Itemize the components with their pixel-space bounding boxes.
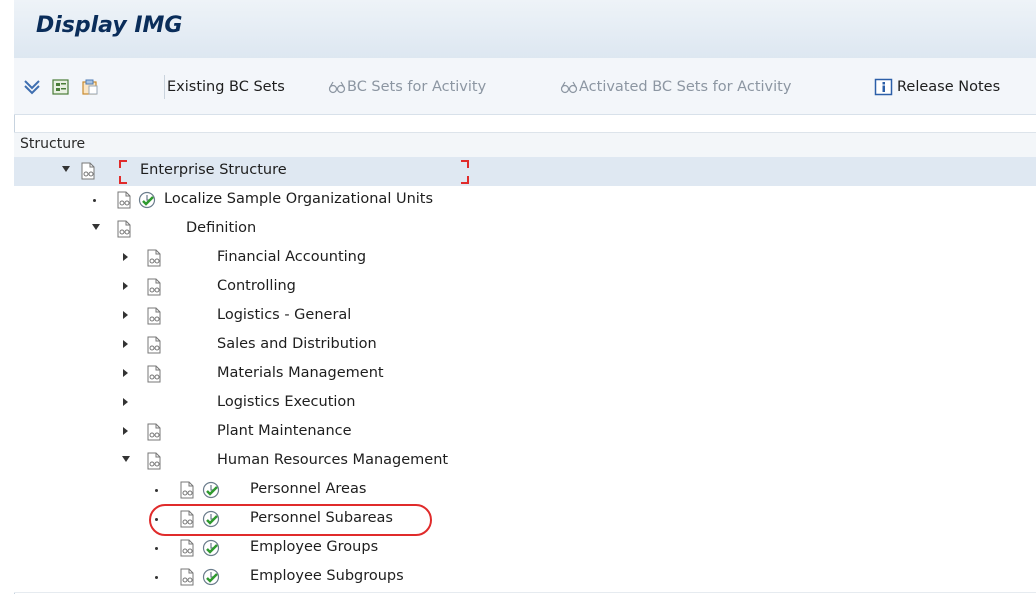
expand-icon[interactable] [123, 311, 128, 319]
tree-node-materials-management[interactable]: Materials Management [14, 360, 1036, 390]
tree-node-label: Localize Sample Organizational Units [164, 191, 434, 207]
leaf-dot [155, 547, 158, 550]
leaf-dot [93, 199, 96, 202]
leaf-dot [155, 489, 158, 492]
tree-node-label: Definition [186, 220, 257, 236]
release-notes-label: Release Notes [897, 79, 1001, 95]
tree-node-human-resources-management[interactable]: Human Resources Management [14, 447, 1036, 477]
tree-node-sales-and-distribution[interactable]: Sales and Distribution [14, 331, 1036, 361]
documentation-icon[interactable] [116, 191, 132, 209]
collapse-icon[interactable] [122, 456, 130, 462]
documentation-icon[interactable] [116, 220, 132, 238]
toolbar-separator [164, 75, 165, 99]
release-notes-button[interactable]: Release Notes [874, 76, 1000, 98]
documentation-icon[interactable] [146, 365, 162, 383]
documentation-icon[interactable] [179, 539, 195, 557]
find-icon[interactable] [51, 76, 71, 98]
info-icon [874, 78, 893, 96]
tree-node-enterprise-structure[interactable]: Enterprise Structure [14, 157, 1036, 187]
tree-node-label: Financial Accounting [217, 249, 367, 265]
execute-activity-icon[interactable] [202, 539, 220, 557]
bc-sets-for-activity-label: BC Sets for Activity [347, 79, 487, 95]
tree-node-personnel-areas[interactable]: Personnel Areas [14, 476, 1036, 506]
page-title: Display IMG [36, 13, 183, 38]
documentation-icon[interactable] [80, 162, 96, 180]
tree-node-logistics-general[interactable]: Logistics - General [14, 302, 1036, 332]
tree-node-label: Employee Groups [250, 539, 379, 555]
activated-bc-sets-label: Activated BC Sets for Activity [579, 79, 792, 95]
tree-node-label: Plant Maintenance [217, 423, 352, 439]
expand-icon[interactable] [123, 282, 128, 290]
tree-node-logistics-execution[interactable]: Logistics Execution [14, 389, 1036, 419]
tree-node-label: Logistics - General [217, 307, 352, 323]
expand-subtree-icon[interactable] [22, 76, 42, 98]
tree-node-label: Materials Management [217, 365, 384, 381]
tree-node-employee-groups[interactable]: Employee Groups [14, 534, 1036, 564]
expand-icon[interactable] [123, 369, 128, 377]
bc-sets-for-activity-button[interactable]: BC Sets for Activity [327, 76, 486, 98]
clipboard-icon[interactable] [80, 76, 100, 98]
documentation-icon[interactable] [146, 423, 162, 441]
documentation-icon[interactable] [146, 307, 162, 325]
tree-node-label: Human Resources Management [217, 452, 449, 468]
toolbar: Existing BC Sets BC Sets for Activity Ac… [14, 58, 1036, 115]
expand-icon[interactable] [123, 398, 128, 406]
tree-node-label: Enterprise Structure [140, 162, 287, 178]
tree-node-label: Controlling [217, 278, 296, 294]
existing-bc-sets-button[interactable]: Existing BC Sets [167, 76, 285, 98]
execute-activity-icon[interactable] [202, 568, 220, 586]
documentation-icon[interactable] [179, 568, 195, 586]
documentation-icon[interactable] [146, 336, 162, 354]
expand-icon[interactable] [123, 253, 128, 261]
tree-node-label: Employee Subgroups [250, 568, 404, 584]
tree-node-definition[interactable]: Definition [14, 215, 1036, 245]
execute-activity-icon[interactable] [138, 191, 156, 209]
documentation-icon[interactable] [146, 278, 162, 296]
tree-node-employee-subgroups[interactable]: Employee Subgroups [14, 563, 1036, 593]
execute-activity-icon[interactable] [202, 481, 220, 499]
documentation-icon[interactable] [179, 481, 195, 499]
highlight-circle [149, 504, 432, 536]
existing-bc-sets-label: Existing BC Sets [167, 79, 285, 95]
activated-bc-sets-button[interactable]: Activated BC Sets for Activity [559, 76, 791, 98]
collapse-icon[interactable] [62, 166, 70, 172]
glasses-icon [328, 81, 346, 94]
expand-icon[interactable] [123, 427, 128, 435]
tree-node-financial-accounting[interactable]: Financial Accounting [14, 244, 1036, 274]
glasses-icon [560, 81, 578, 94]
structure-header-label: Structure [20, 136, 86, 152]
tree-node-plant-maintenance[interactable]: Plant Maintenance [14, 418, 1036, 448]
tree-node-label: Personnel Areas [250, 481, 367, 497]
collapse-icon[interactable] [92, 224, 100, 230]
documentation-icon[interactable] [146, 249, 162, 267]
leaf-dot [155, 576, 158, 579]
documentation-icon[interactable] [146, 452, 162, 470]
structure-column-header: Structure [14, 132, 1036, 158]
expand-icon[interactable] [123, 340, 128, 348]
tree-node-controlling[interactable]: Controlling [14, 273, 1036, 303]
tree-node-label: Sales and Distribution [217, 336, 377, 352]
title-bar: Display IMG [14, 0, 1036, 59]
tree-node-localize-sample-org-units[interactable]: Localize Sample Organizational Units [14, 186, 1036, 216]
tree-node-label: Logistics Execution [217, 394, 356, 410]
